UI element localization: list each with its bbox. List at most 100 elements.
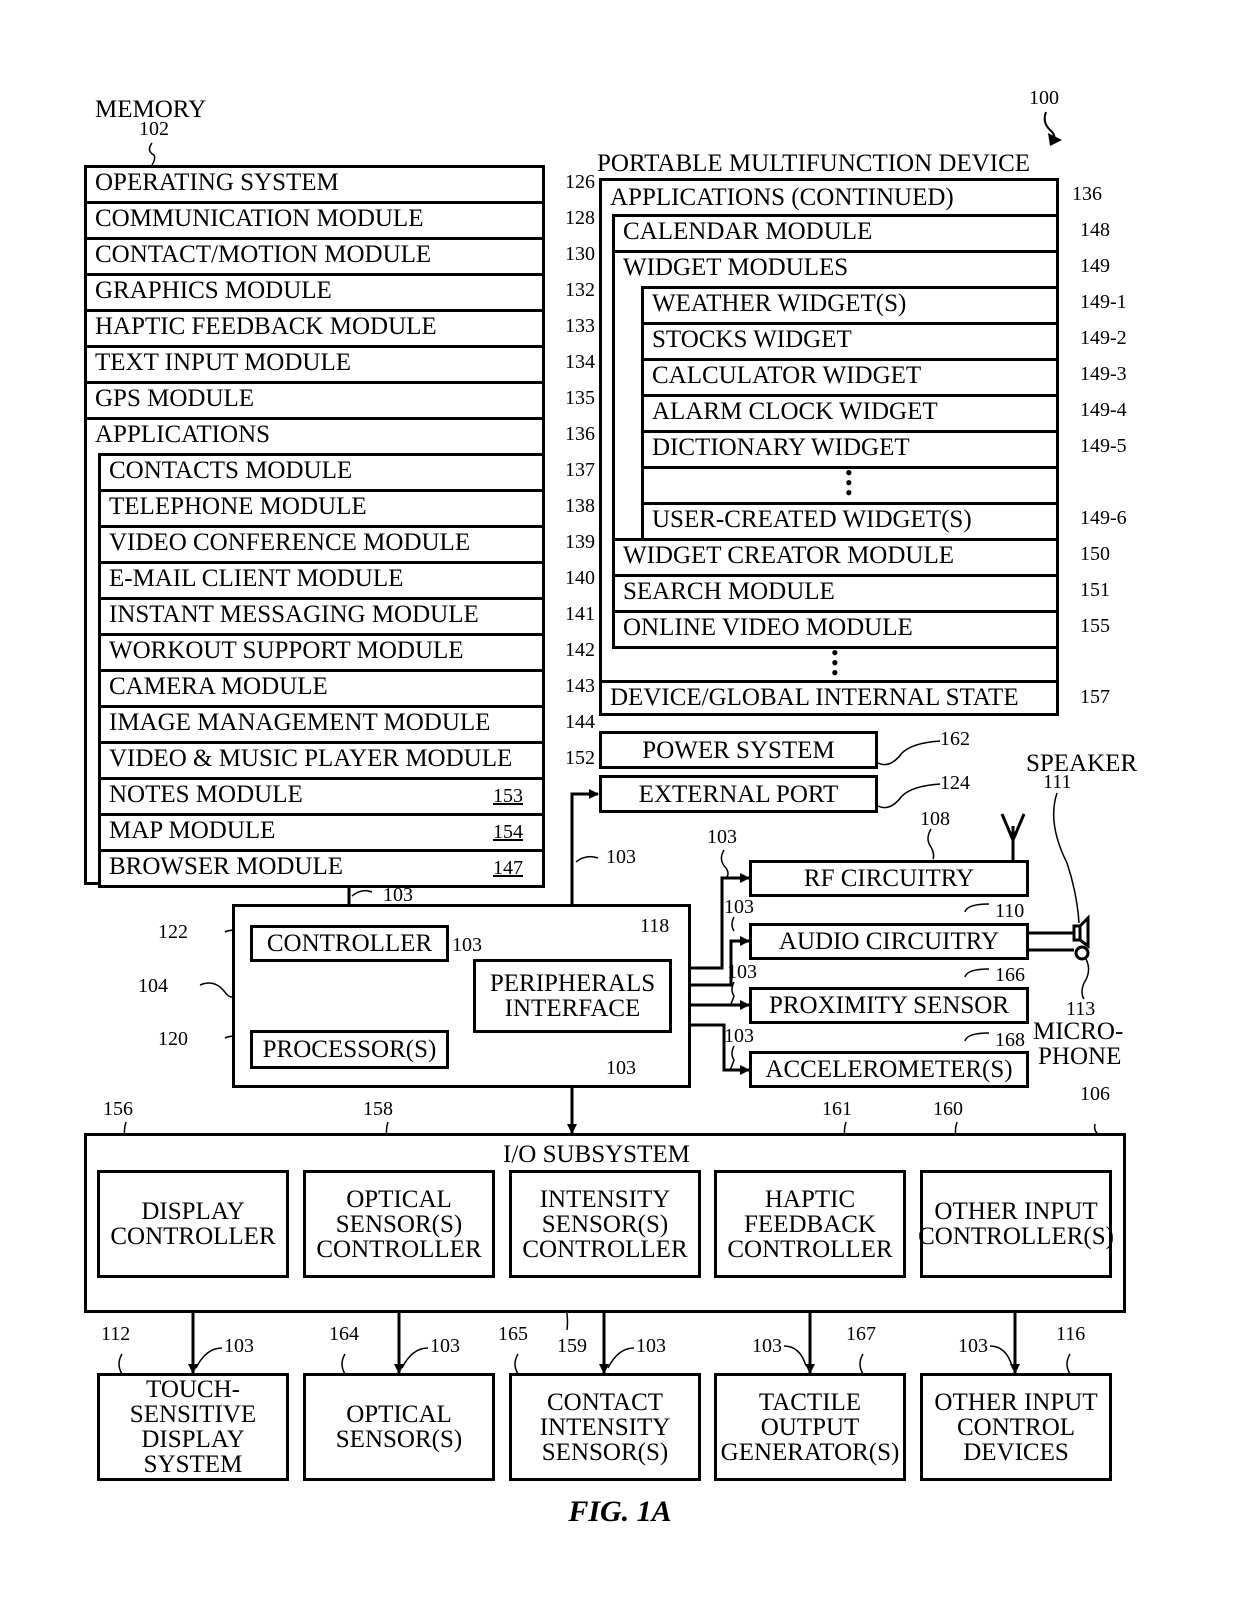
bus-ref: 103 [752,1335,782,1357]
power-ref: 162 [940,728,970,750]
io-device-box: OPTICAL SENSOR(S) [303,1373,495,1481]
state-ref: 157 [1080,686,1110,708]
application-row-ref: 151 [1080,579,1110,601]
memory-row: APPLICATIONS [84,417,545,456]
bus-ref: 103 [636,1335,666,1357]
widget-row: STOCKS WIDGET [641,322,1059,361]
application-inline-ref: 147 [493,857,523,879]
application-row-ref: 143 [565,675,595,697]
bus-ref: 103 [383,884,413,906]
power-system: POWER SYSTEM [599,731,878,769]
io-device-label: GENERATOR(S) [720,1438,900,1466]
bus-ref: 103 [958,1335,988,1357]
widget-row-ref: 149-1 [1080,291,1127,313]
io-controller-label: CONTROLLER [110,1223,276,1250]
widget-modules: WIDGET MODULES [612,250,1059,289]
application-row-ref: 140 [565,567,595,589]
processor-ref: 120 [158,1028,188,1050]
io-controller-ref: 158 [363,1098,393,1120]
bus-ref: 103 [452,934,482,956]
memory-row: HAPTIC FEEDBACK MODULE [84,309,545,348]
application-row: SEARCH MODULE [612,574,1059,613]
memory-row: CONTACT/MOTION MODULE [84,237,545,276]
peripheral-ref: 166 [995,964,1025,986]
peripherals-interface: PERIPHERALS INTERFACE [473,959,672,1033]
peripheral-ref: 168 [995,1029,1025,1051]
application-row-ref: 141 [565,603,595,625]
io-controller-label: SENSOR(S) [541,1210,669,1238]
memory-row-ref: 135 [565,387,595,409]
application-row: INSTANT MESSAGING MODULE [98,597,545,636]
io-device-label: OTHER INPUT [934,1388,1098,1416]
io-device-box: CONTACT INTENSITY SENSOR(S) [509,1373,701,1481]
application-row: MAP MODULE [98,813,545,852]
ellipsis-apps: • • • [831,640,839,685]
speaker-ref: 111 [1043,771,1072,793]
memory-row: GRAPHICS MODULE [84,273,545,312]
io-device-ref: 164 [329,1323,359,1345]
application-row: NOTES MODULE [98,777,545,816]
memory-row-ref: 133 [565,315,595,337]
io-device-label: INTENSITY [539,1413,671,1441]
peripherals-ref: 118 [640,915,670,937]
io-device-ref: 167 [846,1323,876,1345]
io-device-box: TACTILE OUTPUT GENERATOR(S) [714,1373,906,1481]
io-ref: 106 [1080,1083,1110,1105]
port-ref: 124 [940,772,970,794]
application-inline-ref: 154 [493,821,523,843]
io-controller-label: OTHER INPUT [934,1198,1098,1225]
io-controller-box: INTENSITY SENSOR(S) CONTROLLER [509,1170,701,1278]
widget-row-ref: 149-4 [1080,399,1127,421]
io-controller-label: FEEDBACK [744,1210,876,1238]
peripheral-ref: 110 [995,900,1025,922]
application-row-ref: 139 [565,531,595,553]
io-device-ref: 116 [1056,1323,1086,1345]
memory-row-ref: 126 [565,171,595,193]
bus-ref: 103 [724,1025,754,1047]
io-device-box: OTHER INPUT CONTROL DEVICES [920,1373,1112,1481]
memory-ref: 102 [139,118,169,140]
application-row: WIDGET CREATOR MODULE [612,538,1059,577]
io-device-label: CONTACT [546,1388,664,1416]
memory-row-ref: 128 [565,207,595,229]
processor-box: PROCESSOR(S) [250,1030,449,1069]
application-row: VIDEO CONFERENCE MODULE [98,525,545,564]
memory-row-ref: 130 [565,243,595,265]
peripheral-label: AUDIO CIRCUITRY [778,928,1000,955]
application-row: CAMERA MODULE [98,669,545,708]
io-device-label: SENSOR(S) [335,1426,463,1453]
microphone-ref: 113 [1066,998,1096,1020]
bus-ref: 103 [430,1335,460,1357]
bus-ref: 103 [727,961,757,983]
peripheral-label: PROXIMITY SENSOR [768,992,1010,1019]
application-row-ref: 142 [565,639,595,661]
widget-row-ref: 149-2 [1080,327,1127,349]
io-title: I/O SUBSYSTEM [503,1141,690,1168]
io-controller-box: OPTICAL SENSOR(S) CONTROLLER [303,1170,495,1278]
io-controller-label: OPTICAL [346,1185,452,1213]
io-device-ref: 112 [101,1323,131,1345]
peripheral-box: AUDIO CIRCUITRY [749,923,1029,960]
memory-row: OPERATING SYSTEM [84,165,545,204]
io-controller-ref: 159 [557,1335,587,1357]
io-controller-label: DISPLAY [141,1198,245,1225]
application-row: BROWSER MODULE [98,849,545,888]
widget-row: CALCULATOR WIDGET [641,358,1059,397]
io-device-label: SENSOR(S) [541,1438,669,1466]
memory-row: COMMUNICATION MODULE [84,201,545,240]
bus-ref: 103 [707,826,737,848]
widget-row: USER-CREATED WIDGET(S) [641,502,1059,541]
bus-ref: 103 [606,846,636,868]
io-controller-label: HAPTIC [764,1185,856,1213]
widget-row: WEATHER WIDGET(S) [641,286,1059,325]
peripheral-box: ACCELEROMETER(S) [749,1051,1029,1088]
widget-row-ref: 149-5 [1080,435,1127,457]
device-title: PORTABLE MULTIFUNCTION DEVICE [597,150,1031,177]
io-device-label: DISPLAY [141,1426,245,1453]
io-controller-ref: 161 [822,1098,852,1120]
io-controller-box: HAPTIC FEEDBACK CONTROLLER [714,1170,906,1278]
io-controller-label: INTENSITY [539,1185,671,1213]
controller-ref: 122 [158,921,188,943]
application-row: IMAGE MANAGEMENT MODULE [98,705,545,744]
memory-row: TEXT INPUT MODULE [84,345,545,384]
